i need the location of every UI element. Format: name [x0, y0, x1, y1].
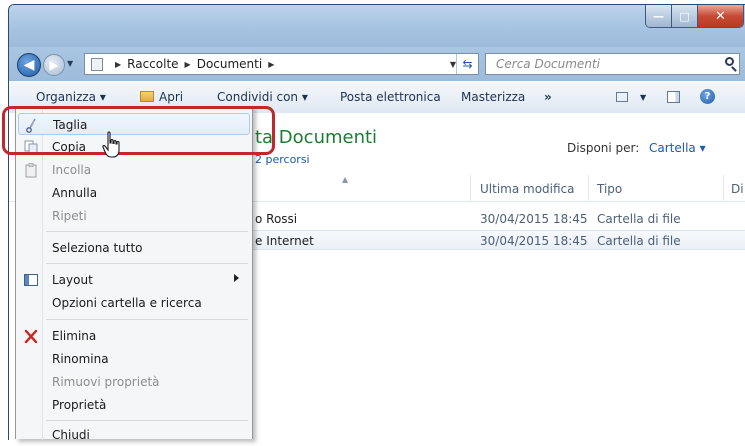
organizza-menu: Taglia Copia Incolla Annulla Ripeti Sele…	[15, 106, 253, 442]
preview-pane-icon[interactable]	[667, 91, 680, 103]
paste-icon	[25, 163, 37, 178]
menu-separator	[46, 231, 248, 232]
arrange-by-dropdown[interactable]: Cartella ▾	[649, 141, 706, 155]
menu-label: Elimina	[52, 329, 97, 343]
breadcrumb-documenti[interactable]: Documenti	[197, 57, 263, 71]
breadcrumb-raccolte[interactable]: Raccolte	[127, 57, 178, 71]
breadcrumb-separator-icon[interactable]: ▶	[268, 60, 274, 69]
menu-label: Ripeti	[52, 209, 87, 223]
column-ultima-modifica[interactable]: Ultima modifica	[480, 182, 575, 196]
help-icon[interactable]: ?	[700, 89, 715, 104]
layout-icon	[24, 274, 38, 286]
organizza-button[interactable]: Organizza ▾	[36, 90, 106, 104]
title-bar: — □ ✕	[9, 5, 745, 47]
mouse-pointer-icon	[102, 131, 120, 158]
back-arrow-icon[interactable]: ◀	[17, 53, 41, 77]
menu-separator	[46, 319, 248, 320]
arrange-by-label: Disponi per:	[567, 141, 640, 155]
search-placeholder: Cerca Documenti	[496, 57, 600, 71]
menu-item-layout[interactable]: Layout	[18, 269, 250, 291]
menu-item-proprieta[interactable]: Proprietà	[18, 394, 250, 416]
menu-label: Opzioni cartella e ricerca	[52, 296, 202, 310]
list-item[interactable]: e Internet 30/04/2015 18:45 Cartella di …	[249, 230, 745, 250]
menu-separator	[46, 263, 248, 264]
folder-icon	[91, 57, 103, 71]
search-icon[interactable]	[725, 57, 734, 66]
highlight-frame	[2, 106, 275, 155]
views-dropdown-icon[interactable]: ▼	[640, 93, 646, 102]
submenu-arrow-icon	[234, 274, 239, 282]
menu-label: Seleziona tutto	[52, 241, 143, 255]
open-folder-icon	[140, 91, 154, 102]
item-name[interactable]: e Internet	[255, 234, 314, 248]
menu-item-rinomina[interactable]: Rinomina	[18, 348, 250, 370]
menu-item-chiudi[interactable]: Chiudi	[18, 424, 250, 446]
history-dropdown-icon[interactable]: ▼	[67, 59, 73, 68]
masterizza-button[interactable]: Masterizza	[461, 90, 525, 104]
item-modified: 30/04/2015 18:45	[480, 234, 588, 248]
column-tipo[interactable]: Tipo	[597, 182, 622, 196]
condividi-button[interactable]: Condividi con ▾	[217, 90, 308, 104]
menu-label: Rinomina	[52, 352, 109, 366]
menu-item-rimuovi-proprieta[interactable]: Rimuovi proprietà	[18, 371, 250, 393]
breadcrumb-separator-icon[interactable]: ▶	[115, 60, 121, 69]
menu-label: Incolla	[52, 163, 92, 177]
menu-item-elimina[interactable]: Elimina	[18, 325, 250, 347]
window-controls: — □ ✕	[645, 5, 744, 28]
menu-label: Rimuovi proprietà	[52, 375, 160, 389]
posta-elettronica-button[interactable]: Posta elettronica	[340, 90, 441, 104]
refresh-icon[interactable]: ⇆	[456, 54, 478, 74]
more-commands-button[interactable]: »	[544, 90, 552, 104]
sort-ascending-icon: ▲	[342, 175, 349, 184]
item-name[interactable]: o Rossi	[255, 212, 297, 226]
column-dimensione[interactable]: Di	[731, 182, 744, 196]
menu-label: Proprietà	[52, 398, 107, 412]
menu-item-seleziona-tutto[interactable]: Seleziona tutto	[18, 237, 250, 259]
item-type: Cartella di file	[597, 212, 681, 226]
menu-label: Layout	[52, 273, 93, 287]
menu-label: Annulla	[52, 186, 98, 200]
menu-label: Chiudi	[52, 428, 90, 442]
list-item[interactable]: o Rossi 30/04/2015 18:45 Cartella di fil…	[249, 209, 745, 229]
menu-item-opzioni-cartella[interactable]: Opzioni cartella e ricerca	[18, 292, 250, 314]
forward-arrow-icon[interactable]: ▶	[43, 54, 65, 76]
menu-item-annulla[interactable]: Annulla	[18, 182, 250, 204]
item-type: Cartella di file	[597, 234, 681, 248]
views-icon[interactable]	[616, 92, 628, 102]
delete-x-icon	[24, 329, 38, 344]
menu-item-incolla[interactable]: Incolla	[18, 159, 250, 181]
navigation-bar: ◀ ▶ ▼ ▶ Raccolte ▶ Documenti ▶ ▼ ⇆ Cerca…	[9, 47, 745, 81]
item-modified: 30/04/2015 18:45	[480, 212, 588, 226]
menu-separator	[46, 420, 248, 421]
search-input[interactable]: Cerca Documenti	[485, 53, 740, 75]
close-button[interactable]: ✕	[698, 5, 743, 27]
breadcrumb-separator-icon[interactable]: ▶	[185, 60, 191, 69]
address-bar[interactable]: ▶ Raccolte ▶ Documenti ▶ ▼ ⇆	[84, 53, 479, 75]
menu-item-ripeti[interactable]: Ripeti	[18, 205, 250, 227]
minimize-button[interactable]: —	[646, 5, 672, 27]
apri-button[interactable]: Apri	[159, 90, 183, 104]
maximize-button[interactable]: □	[672, 5, 698, 27]
